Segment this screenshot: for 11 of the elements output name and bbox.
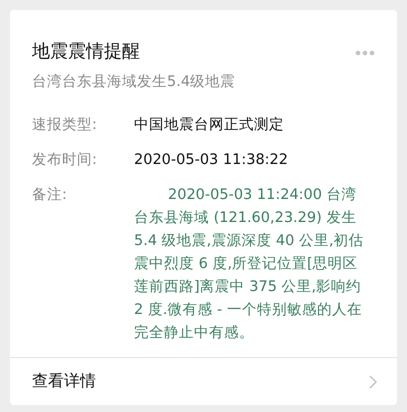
field-label: 发布时间: xyxy=(32,151,98,170)
note-text: 2020-05-03 11:24:00 台湾台东县海域 (121.60,23.29) 发生 5.4 级地震,震源深度 40 公里,初估震中烈度 6 度,所登记位置[思明区莲前西路]离震中 375 公里,影响约 2 度.微有感 - 一个特别敏感的人在完全静止中有感。 xyxy=(134,186,365,343)
field-value: 2020-05-03 11:38:22 xyxy=(134,151,289,170)
chevron-right-icon[interactable] xyxy=(369,374,377,388)
field-label: 速报类型: xyxy=(32,116,98,135)
view-details-link[interactable]: 查看详情 xyxy=(32,371,96,392)
more-icon[interactable] xyxy=(355,50,375,56)
card-title: 地震震情提醒 xyxy=(32,40,140,64)
field-label: 备注: xyxy=(32,186,68,205)
field-value: 中国地震台网正式测定 xyxy=(134,116,285,135)
card-subtitle: 台湾台东县海域发生5.4级地震 xyxy=(31,72,236,92)
